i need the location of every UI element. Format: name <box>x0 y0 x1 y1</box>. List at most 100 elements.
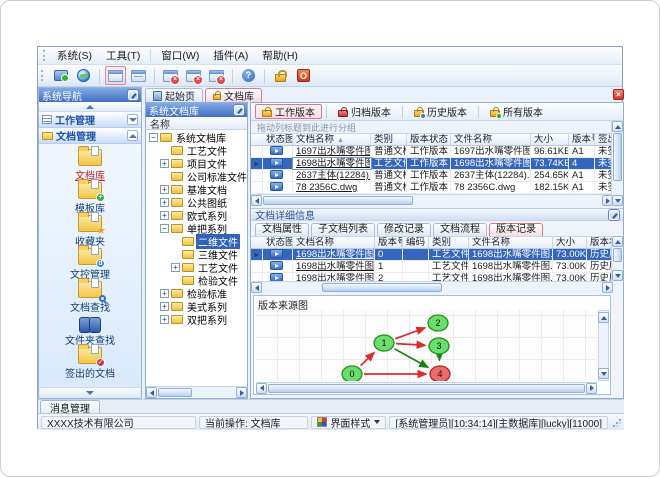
scroll-right-arrow[interactable] <box>602 282 613 293</box>
tree-expander-icon[interactable]: − <box>149 133 158 142</box>
table-row[interactable]: ▸1698出水嘴零件图.dwg0工艺文件1698出水嘴零件图.dwg73.00K… <box>251 249 613 261</box>
column-header-6[interactable]: 大小 <box>531 134 569 145</box>
detail-tab[interactable]: 版本记录 <box>489 223 543 236</box>
table-row[interactable]: 2637主体(12284).dwg普通文档工作版本2637主体(12284).d… <box>251 170 613 182</box>
column-header-6[interactable]: 文件名称 <box>469 237 553 248</box>
table-row[interactable]: 1697出水嘴零件图.dwg普通文档工作版本1697出水嘴零件图.dwg96.6… <box>251 146 613 158</box>
table-row[interactable]: 78 2356C.dwg普通文档工作版本78 2356C.dwg182.15KB… <box>251 182 613 194</box>
tile-windows-icon-button[interactable] <box>128 66 149 85</box>
column-header-4[interactable]: 编码 <box>403 237 429 248</box>
version-button-3[interactable]: 历史版本 <box>407 104 474 119</box>
scroll-down-arrow[interactable] <box>612 270 623 281</box>
column-header-2[interactable]: 文档名称 ▲ <box>293 134 371 145</box>
menu-item-4[interactable]: 插件(A) <box>206 47 255 64</box>
sidebar-collapse-up[interactable] <box>39 102 141 112</box>
close-window-icon-button[interactable] <box>160 66 181 85</box>
pushpin-icon[interactable] <box>127 89 139 101</box>
pushpin-icon[interactable] <box>233 104 245 116</box>
tree-node[interactable]: + 双把系列 <box>146 313 247 327</box>
column-header-2[interactable]: 文档名称 <box>293 237 375 248</box>
toolbar-grip[interactable] <box>41 70 44 81</box>
tree-expander-icon[interactable]: + <box>160 315 169 324</box>
tree-column-header[interactable]: 名称 <box>146 117 247 131</box>
graph-hscrollbar[interactable] <box>256 382 597 394</box>
scroll-right-arrow[interactable] <box>586 382 597 394</box>
detail-tab[interactable]: 子文档列表 <box>311 223 375 236</box>
scroll-thumb[interactable] <box>613 248 622 262</box>
tree-expander-icon[interactable]: + <box>160 159 169 168</box>
tree-horizontal-scrollbar[interactable] <box>146 386 247 398</box>
version-node-0[interactable]: 0 <box>341 365 363 381</box>
pushpin-icon[interactable] <box>608 208 620 221</box>
scroll-right-arrow[interactable] <box>236 387 247 398</box>
close-other-windows-icon-button[interactable] <box>206 66 227 85</box>
menu-item-2[interactable]: 工具(T) <box>99 47 147 64</box>
version-node-2[interactable]: 2 <box>427 314 449 332</box>
version-node-3[interactable]: 3 <box>428 337 450 355</box>
column-header-4[interactable]: 版本状态 <box>407 134 451 145</box>
lock-icon-button[interactable] <box>270 66 291 85</box>
sidebar-group-documents[interactable]: 文档管理 <box>39 128 141 144</box>
help-icon-button[interactable]: ? <box>238 66 259 85</box>
group-chevron-button[interactable] <box>127 114 138 125</box>
sidebar-item-favorites[interactable]: ★ 收藏夹 <box>40 212 140 248</box>
scroll-up-arrow[interactable] <box>598 312 609 323</box>
column-header-3[interactable]: 版本号 <box>375 237 403 248</box>
version-button-4[interactable]: 所有版本 <box>483 104 550 119</box>
column-header-1[interactable]: 状态图 <box>263 237 293 248</box>
document-table-vscrollbar[interactable] <box>611 121 623 206</box>
scroll-thumb[interactable] <box>322 283 442 292</box>
tree-expander-icon[interactable]: − <box>160 224 169 233</box>
detail-tab[interactable]: 文档流程 <box>433 223 487 236</box>
scroll-thumb[interactable] <box>158 388 192 397</box>
ui-style-button[interactable]: 界面样式 <box>311 415 387 429</box>
tab-document-library[interactable]: 文档库 <box>205 88 262 103</box>
resize-grip[interactable] <box>612 417 621 427</box>
menu-item-1[interactable]: 系统(S) <box>50 47 99 64</box>
column-header-3[interactable]: 类别 <box>371 134 407 145</box>
tree-expander-icon[interactable]: + <box>160 211 169 220</box>
graph-vscrollbar[interactable] <box>598 310 609 381</box>
detail-tab[interactable]: 文档属性 <box>255 223 309 236</box>
table-row[interactable]: 1698出水嘴零件图.dwg2工艺文件1698出水嘴零件图.dwg73.00KB… <box>251 273 613 281</box>
sidebar-collapse-down[interactable] <box>40 387 140 397</box>
column-header-8[interactable]: 版本状态 <box>587 237 613 248</box>
sidebar-item-control[interactable]: d 文控管理 <box>40 245 140 281</box>
scroll-left-arrow[interactable] <box>251 282 262 293</box>
tree-expander-icon[interactable]: + <box>160 198 169 207</box>
version-button-2[interactable]: 归档版本 <box>331 104 398 119</box>
sidebar-group-work[interactable]: 工作管理 <box>39 112 141 128</box>
sidebar-item-foldersearch[interactable]: 文件夹查找 <box>40 314 140 347</box>
tree-expander-icon[interactable]: + <box>171 263 180 272</box>
scroll-thumb[interactable] <box>613 133 622 181</box>
column-header-7[interactable]: 版本号 <box>569 134 595 145</box>
version-table-vscrollbar[interactable] <box>611 236 623 281</box>
web-icon-button[interactable] <box>73 66 94 85</box>
column-header-5[interactable]: 类别 <box>429 237 469 248</box>
scroll-up-arrow[interactable] <box>612 121 623 132</box>
column-header-7[interactable]: 大小 <box>553 237 587 248</box>
close-all-windows-icon-button[interactable] <box>183 66 204 85</box>
sidebar-item-library[interactable]: 文档库 <box>40 146 140 182</box>
tree-expander-icon[interactable]: + <box>160 302 169 311</box>
detail-tab[interactable]: 修改记录 <box>377 223 431 236</box>
tab-start-page[interactable]: 起始页 <box>145 88 203 103</box>
column-header-1[interactable]: 状态图 <box>263 134 293 145</box>
workspace-icon-button[interactable] <box>50 66 71 85</box>
sidebar-item-checkout[interactable]: ✓ 签出的文档 <box>40 344 140 380</box>
version-node-1[interactable]: 1 <box>373 334 395 352</box>
version-node-4[interactable]: 4 <box>429 365 451 381</box>
version-button-1[interactable]: 工作版本 <box>255 104 322 119</box>
menu-item-3[interactable]: 窗口(W) <box>154 47 206 64</box>
message-manager-tab[interactable]: 消息管理 <box>40 400 100 415</box>
exit-icon-button[interactable]: O <box>293 66 314 85</box>
document-table-hscrollbar[interactable] <box>251 194 613 206</box>
column-header-5[interactable]: 文件名称 <box>451 134 531 145</box>
scroll-up-arrow[interactable] <box>612 236 623 247</box>
tree-expander-icon[interactable]: + <box>160 185 169 194</box>
scroll-left-arrow[interactable] <box>146 387 157 398</box>
sidebar-item-template[interactable]: + 模板库 <box>40 179 140 215</box>
menubar-grip[interactable] <box>43 50 46 61</box>
version-table-hscrollbar[interactable] <box>251 281 613 293</box>
table-row[interactable]: 1698出水嘴零件图.dwg1工艺文件1698出水嘴零件图.dwg73.00KB… <box>251 261 613 273</box>
